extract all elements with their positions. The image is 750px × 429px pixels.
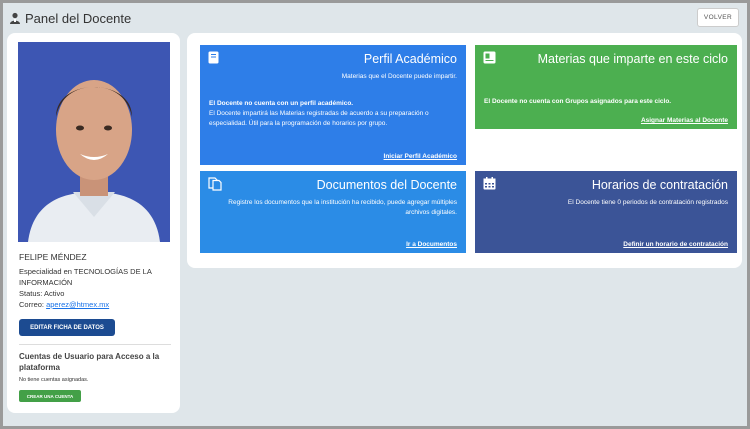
documents-link[interactable]: Ir a Documentos xyxy=(406,241,457,248)
back-button[interactable]: VOLVER xyxy=(697,8,739,27)
card-bold-text: El Docente no cuenta con un perfil acadé… xyxy=(209,100,354,107)
page-title: Panel del Docente xyxy=(25,11,132,26)
accounts-empty-text: No tiene cuentas asignadas. xyxy=(19,377,89,383)
assign-subjects-link[interactable]: Asignar Materias al Docente xyxy=(641,117,728,124)
teacher-info: Especialidad en TECNOLOGÍAS DE LA INFORM… xyxy=(19,266,174,310)
page-header: Panel del Docente xyxy=(9,9,131,28)
card-perfil-academico: Perfil Académico Materias que el Docente… xyxy=(200,45,466,165)
card-title: Materias que imparte en este ciclo xyxy=(537,52,728,66)
card-subtitle: Materias que el Docente puede impartir. xyxy=(341,73,457,80)
card-subtitle: Registre los documentos que la instituci… xyxy=(228,199,457,216)
app-frame: Panel del Docente VOLVER FELIPE MÉNDEZ E… xyxy=(3,3,747,426)
card-body: El Docente no cuenta con Grupos asignado… xyxy=(484,97,728,107)
teacher-status: Status: Activo xyxy=(19,289,65,298)
card-title: Documentos del Docente xyxy=(316,178,457,192)
card-title: Perfil Académico xyxy=(363,52,457,66)
edit-profile-button[interactable]: EDITAR FICHA DE DATOS xyxy=(19,319,115,336)
user-icon xyxy=(9,9,21,28)
book-icon xyxy=(483,51,496,69)
card-body: El Docente no cuenta con un perfil acadé… xyxy=(209,99,457,129)
teacher-name: FELIPE MÉNDEZ xyxy=(19,252,87,262)
teacher-email-row: Correo: aperez@htmex.mx xyxy=(19,299,174,310)
calendar-icon xyxy=(483,177,496,195)
card-bold-text: El Docente no cuenta con Grupos asignado… xyxy=(484,98,672,105)
email-link[interactable]: aperez@htmex.mx xyxy=(46,300,109,309)
create-account-button[interactable]: CREAR UNA CUENTA xyxy=(19,390,81,402)
card-text: El Docente impartirá las Materias regist… xyxy=(209,110,429,127)
start-profile-link[interactable]: Iniciar Perfil Académico xyxy=(384,153,457,160)
card-subtitle: El Docente tiene 0 periodos de contratac… xyxy=(567,199,728,206)
define-schedule-link[interactable]: Definir un horario de contratación xyxy=(623,241,728,248)
modules-panel: Perfil Académico Materias que el Docente… xyxy=(187,33,742,268)
divider xyxy=(19,344,171,345)
accounts-title: Cuentas de Usuario para Acceso a la plat… xyxy=(19,352,160,372)
documents-icon xyxy=(208,177,222,196)
card-title: Horarios de contratación xyxy=(591,178,728,192)
card-documentos: Documentos del Docente Registre los docu… xyxy=(200,171,466,253)
card-horarios: Horarios de contratación El Docente tien… xyxy=(475,171,737,253)
teacher-specialty: Especialidad en TECNOLOGÍAS DE LA INFORM… xyxy=(19,267,152,287)
teacher-profile-panel: FELIPE MÉNDEZ Especialidad en TECNOLOGÍA… xyxy=(7,33,180,413)
notebook-icon xyxy=(208,51,219,69)
teacher-photo xyxy=(18,42,170,242)
email-label: Correo: xyxy=(19,300,47,309)
card-materias: Materias que imparte en este ciclo El Do… xyxy=(475,45,737,129)
